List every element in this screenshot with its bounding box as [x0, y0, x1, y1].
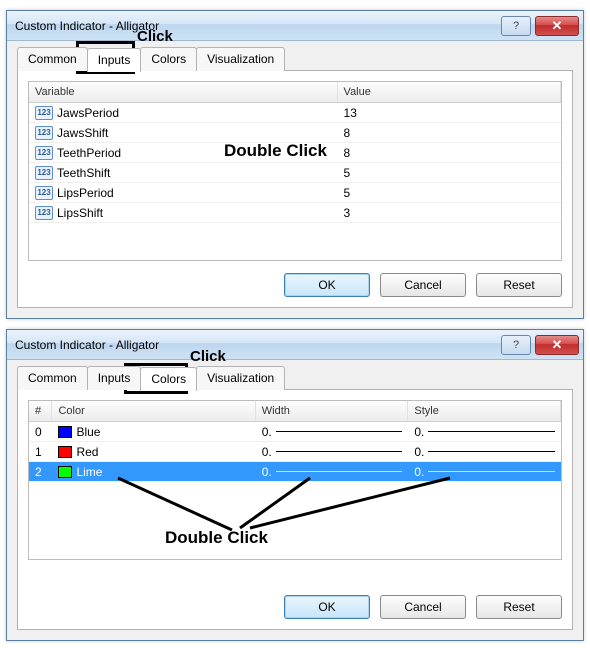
tab-inputs[interactable]: Inputs	[87, 366, 142, 390]
tab-inputs[interactable]: Inputs	[87, 48, 142, 72]
annotation-double-click-1: Double Click	[224, 141, 327, 161]
tab-visualization[interactable]: Visualization	[196, 47, 285, 71]
tab-common[interactable]: Common	[17, 47, 88, 71]
annotation-lines	[0, 0, 590, 648]
annotation-double-click-2: Double Click	[165, 528, 268, 548]
tab-colors[interactable]: Colors	[140, 47, 197, 71]
tab-common[interactable]: Common	[17, 366, 88, 390]
annotations-layer: Click Double Click Click Double Click	[0, 0, 590, 648]
annotation-click-1: Click	[137, 28, 173, 45]
tab-visualization[interactable]: Visualization	[196, 366, 285, 390]
annotation-click-2: Click	[190, 348, 226, 365]
tabs: Common Inputs Colors Visualization	[17, 366, 573, 390]
tab-colors[interactable]: Colors	[140, 367, 197, 391]
tabs: Common Inputs Colors Visualization	[17, 47, 573, 71]
